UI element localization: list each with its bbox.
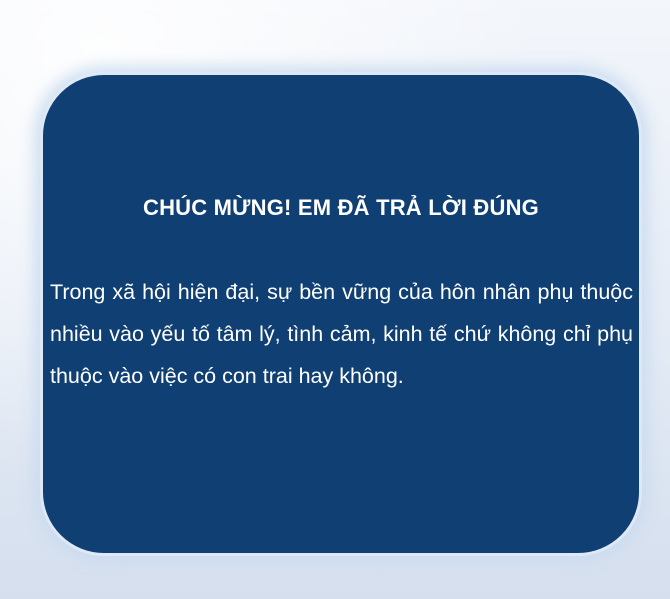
success-title: CHÚC MỪNG! EM ĐÃ TRẢ LỜI ĐÚNG	[142, 195, 539, 220]
result-card: CHÚC MỪNG! EM ĐÃ TRẢ LỜI ĐÚNG Trong xã h…	[40, 72, 642, 556]
explanation-text: Trong xã hội hiện đại, sự bền vững của h…	[50, 280, 633, 388]
